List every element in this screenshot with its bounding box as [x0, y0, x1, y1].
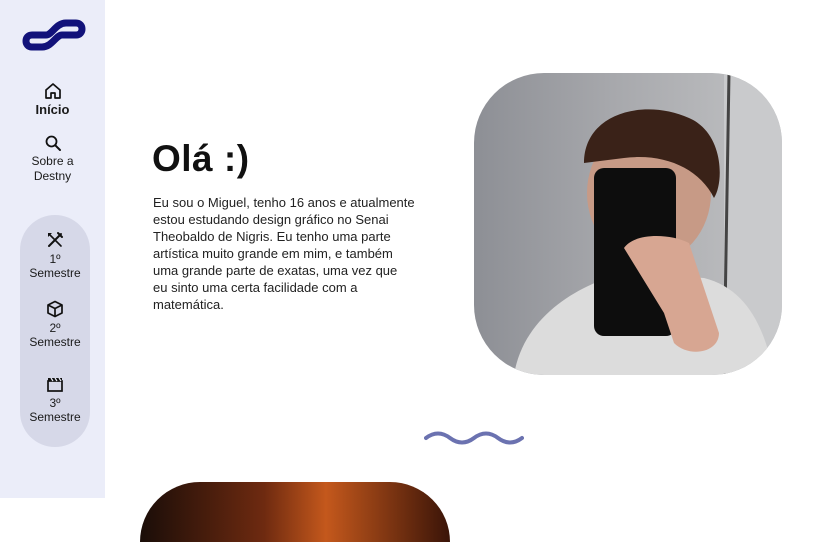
profile-photo-illustration [514, 73, 782, 375]
nav-home[interactable]: Início [0, 82, 105, 118]
about-text: Eu sou o Miguel, tenho 16 anos e atualme… [153, 195, 415, 312]
semester-nav-pill: 1º Semestre 2º Semestre 3º Semestre [20, 215, 90, 447]
search-icon [45, 135, 61, 151]
home-icon [44, 83, 61, 99]
nav-semester-3[interactable]: 3º Semestre [20, 375, 90, 424]
nav-about[interactable]: Sobre a Destny [0, 134, 105, 184]
nav-semester-1[interactable]: 1º Semestre [20, 231, 90, 280]
semester-2-label: Semestre [29, 335, 81, 349]
profile-photo [474, 73, 782, 375]
wave-divider [424, 431, 524, 445]
semester-1-number: 1º [49, 252, 61, 266]
nav-about-label-line1: Sobre a [31, 154, 74, 168]
page-title: Olá :) [152, 138, 250, 179]
semester-3-label: Semestre [29, 410, 81, 424]
secondary-photo [140, 482, 450, 542]
design-tools-icon [48, 232, 63, 247]
sidebar: Início Sobre a Destny 1º Semestre 2º Sem… [0, 0, 105, 498]
clapperboard-icon [47, 377, 63, 392]
logo-icon[interactable] [22, 17, 86, 53]
cube-icon [47, 300, 63, 318]
semester-1-label: Semestre [29, 266, 81, 280]
semester-2-number: 2º [49, 321, 61, 335]
nav-home-label: Início [35, 102, 70, 117]
nav-semester-2[interactable]: 2º Semestre [20, 300, 90, 349]
semester-3-number: 3º [49, 396, 61, 410]
nav-about-label-line2: Destny [33, 169, 72, 183]
